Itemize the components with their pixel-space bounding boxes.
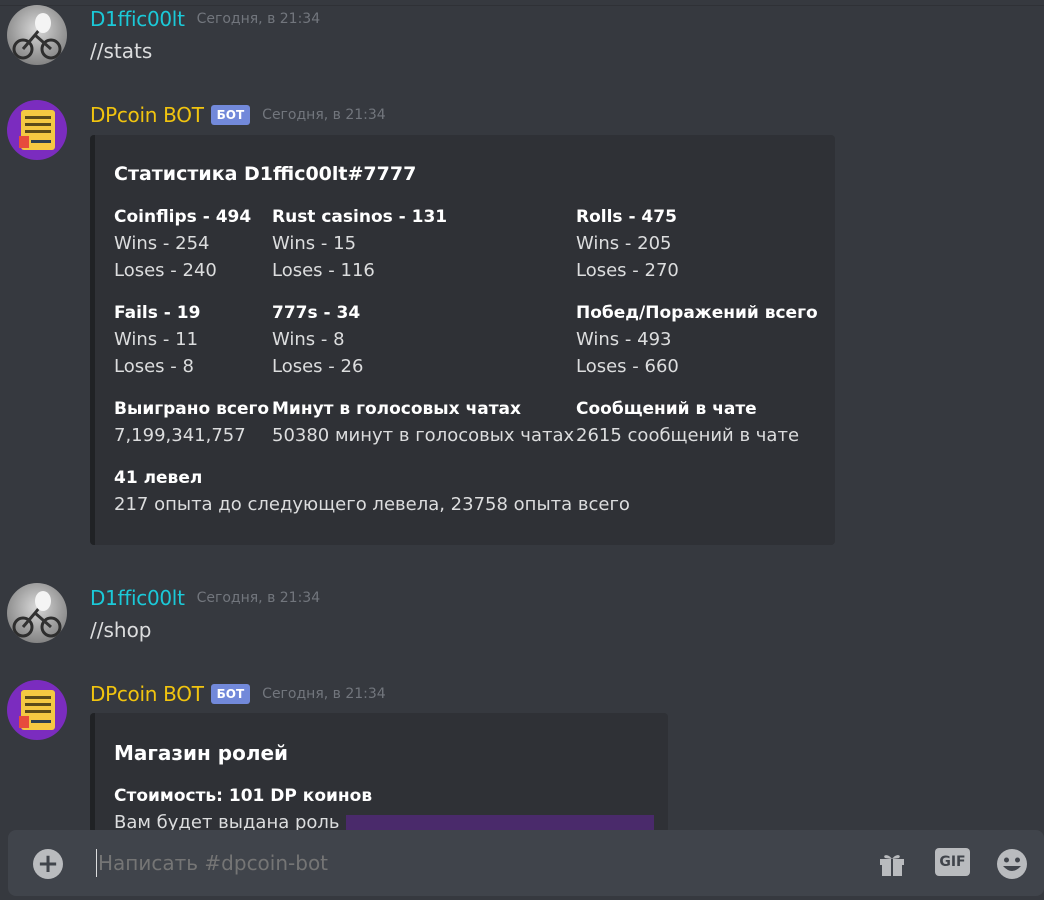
field-line: Wins - 493 — [576, 329, 672, 350]
gift-icon[interactable] — [876, 847, 908, 883]
emoji-icon[interactable] — [995, 847, 1029, 885]
field-coinflips: Coinflips - 494 Wins - 254 Loses - 240 — [114, 204, 251, 284]
cyclist-image — [12, 591, 62, 638]
field-line: Wins - 254 — [114, 233, 210, 254]
message-header: D1ffic00lt Сегодня, в 21:34 — [90, 586, 320, 610]
field-line: Wins - 11 — [114, 329, 199, 350]
field-name: Coinflips - 494 — [114, 207, 252, 227]
field-name: Минут в голосовых чатах — [272, 399, 521, 419]
message-header: DPcoin BOT БОТ Сегодня, в 21:34 — [90, 682, 386, 706]
embed-title: Магазин ролей — [114, 741, 289, 765]
field-line: 7,199,341,757 — [114, 425, 246, 446]
gif-icon[interactable]: GIF — [935, 848, 970, 876]
cyclist-image — [12, 13, 62, 60]
field-line: 217 опыта до следующего левела, 23758 оп… — [114, 494, 630, 515]
field-fails: Fails - 19 Wins - 11 Loses - 8 — [114, 300, 200, 380]
notebook-icon — [19, 110, 55, 150]
field-total-won: Выиграно всего 7,199,341,757 — [114, 396, 269, 449]
field-name: Fails - 19 — [114, 303, 201, 323]
field-name: Выиграно всего — [114, 399, 270, 419]
field-name: Стоимость: 101 DP коинов — [114, 786, 373, 806]
timestamp: Сегодня, в 21:34 — [196, 590, 321, 606]
field-name: 41 левел — [114, 468, 203, 488]
bot-badge: БОТ — [210, 684, 251, 704]
user-avatar[interactable] — [7, 583, 67, 643]
embed-color-bar — [90, 713, 95, 833]
field-name: Rolls - 475 — [576, 207, 677, 227]
field-level: 41 левел 217 опыта до следующего левела,… — [114, 465, 630, 518]
author-name[interactable]: DPcoin BOT — [90, 682, 204, 706]
author-name[interactable]: D1ffic00lt — [90, 586, 185, 610]
notebook-icon — [19, 690, 55, 730]
embed-color-bar — [90, 135, 95, 545]
timestamp: Сегодня, в 21:34 — [196, 11, 321, 27]
message-input[interactable] — [98, 850, 798, 876]
field-line: Loses - 26 — [272, 356, 364, 377]
field-line: Loses - 8 — [114, 356, 194, 377]
field-name: 777s - 34 — [272, 303, 361, 323]
field-name: Сообщений в чате — [576, 399, 757, 419]
field-line: Loses - 116 — [272, 260, 375, 281]
field-line: Wins - 205 — [576, 233, 672, 254]
message-composer: + GIF — [0, 830, 1044, 900]
message-text: //shop — [90, 618, 152, 642]
user-avatar[interactable] — [7, 5, 67, 65]
text-caret — [96, 849, 97, 877]
field-rust-casinos: Rust casinos - 131 Wins - 15 Loses - 116 — [272, 204, 447, 284]
field-line: Loses - 270 — [576, 260, 679, 281]
field-voice-minutes: Минут в голосовых чатах 50380 минут в го… — [272, 396, 574, 449]
shop-embed: Магазин ролей Стоимость: 101 DP коинов В… — [90, 713, 668, 833]
bot-badge: БОТ — [210, 105, 251, 125]
author-name[interactable]: D1ffic00lt — [90, 7, 185, 31]
field-line: Loses - 660 — [576, 356, 679, 377]
bot-avatar[interactable] — [7, 680, 67, 740]
top-divider — [0, 5, 1044, 6]
role-mention-pill[interactable] — [345, 814, 654, 831]
field-total-wins-losses: Побед/Поражений всего Wins - 493 Loses -… — [576, 300, 818, 380]
field-name: Rust casinos - 131 — [272, 207, 448, 227]
field-line: Loses - 240 — [114, 260, 217, 281]
field-line: 2615 сообщений в чате — [576, 425, 800, 446]
timestamp: Сегодня, в 21:34 — [262, 107, 386, 123]
stats-embed: Статистика D1ffic00lt#7777 Coinflips - 4… — [90, 135, 835, 545]
message-text: //stats — [90, 39, 153, 63]
field-line: Wins - 8 — [272, 329, 345, 350]
timestamp: Сегодня, в 21:34 — [262, 686, 386, 702]
field-price: Стоимость: 101 DP коинов Вам будет выдан… — [114, 783, 654, 833]
field-line: Wins - 15 — [272, 233, 357, 254]
bot-avatar[interactable] — [7, 100, 67, 160]
message-header: DPcoin BOT БОТ Сегодня, в 21:34 — [90, 103, 386, 127]
field-name: Побед/Поражений всего — [576, 303, 818, 323]
field-chat-messages: Сообщений в чате 2615 сообщений в чате — [576, 396, 799, 449]
field-777s: 777s - 34 Wins - 8 Loses - 26 — [272, 300, 363, 380]
composer-box: + GIF — [8, 830, 1044, 896]
author-name[interactable]: DPcoin BOT — [90, 103, 204, 127]
field-rolls: Rolls - 475 Wins - 205 Loses - 270 — [576, 204, 679, 284]
message-header: D1ffic00lt Сегодня, в 21:34 — [90, 7, 320, 31]
plus-circle-icon[interactable]: + — [33, 849, 63, 879]
embed-title: Статистика D1ffic00lt#7777 — [114, 163, 417, 185]
field-line: 50380 минут в голосовых чатах — [272, 425, 575, 446]
